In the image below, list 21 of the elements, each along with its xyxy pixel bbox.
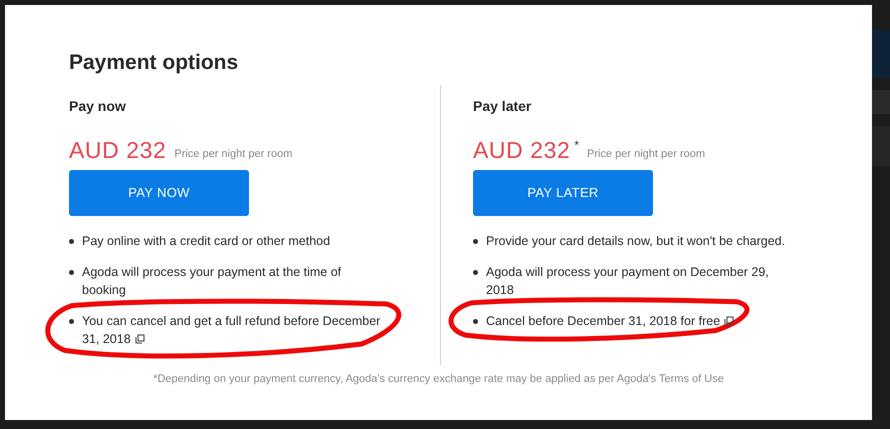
external-link-icon [134, 334, 145, 344]
background-bar [872, 30, 890, 78]
bullet-text: Provide your card details now, but it won't be charged. [486, 233, 786, 250]
bullet-text: Pay online with a credit card or other method [82, 233, 330, 250]
background-bar [872, 90, 890, 114]
dialog-title: Payment options [69, 50, 238, 76]
bullet-text: Agoda will process your payment on December 29, 2018 [486, 264, 770, 299]
footnote: *Depending on your payment currency, Agoda's currency exchange rate may be applied as per Agoda's Terms of Use [153, 372, 724, 387]
pay-button[interactable]: PAY LATER [473, 170, 653, 216]
price-note: Price per night per room [174, 146, 292, 162]
price: AUD 232 [473, 136, 570, 164]
option-heading: Pay later [473, 97, 532, 116]
price: AUD 232 [69, 136, 166, 164]
bullet-text: Agoda will process your payment at the time of booking [82, 264, 342, 299]
price-note: Price per night per room [587, 146, 706, 162]
pay-button[interactable]: PAY NOW [69, 170, 249, 216]
external-link-icon [724, 316, 734, 326]
asterisk: * [574, 137, 580, 154]
option-heading: Pay now [69, 97, 126, 116]
bullet-text: Cancel before December 31, 2018 for free [486, 312, 734, 330]
bullet-text: You can cancel and get a full refund before December 31, 2018 [82, 313, 382, 348]
